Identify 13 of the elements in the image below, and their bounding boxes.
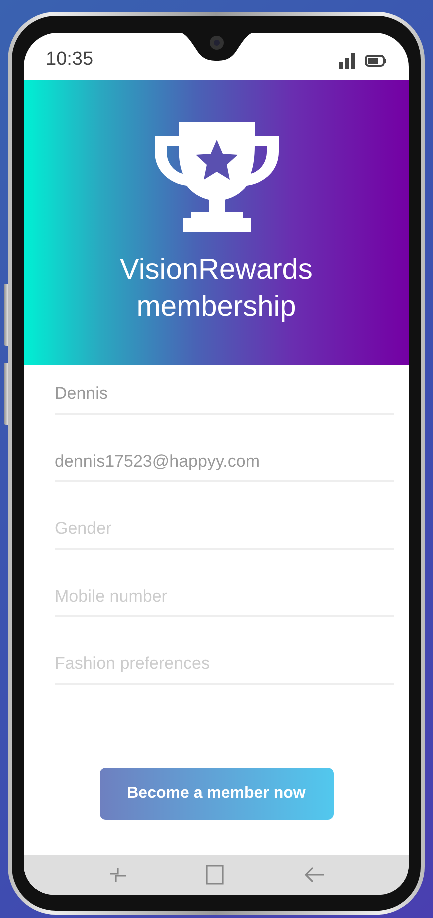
battery-icon bbox=[365, 54, 387, 66]
become-member-button[interactable]: Become a member now bbox=[100, 768, 334, 820]
side-button[interactable] bbox=[4, 284, 8, 346]
trophy-icon bbox=[154, 122, 278, 232]
recent-apps-icon[interactable] bbox=[108, 865, 128, 885]
membership-title: VisionRewards membership bbox=[119, 253, 314, 326]
home-icon[interactable] bbox=[205, 864, 226, 886]
status-time: 10:35 bbox=[46, 48, 94, 72]
signal-icon bbox=[339, 52, 357, 68]
back-icon[interactable] bbox=[303, 866, 326, 884]
side-button[interactable] bbox=[4, 363, 8, 425]
input-field[interactable]: dennis17523@happyy.com bbox=[55, 440, 394, 482]
input-field[interactable]: Dennis bbox=[55, 373, 394, 414]
